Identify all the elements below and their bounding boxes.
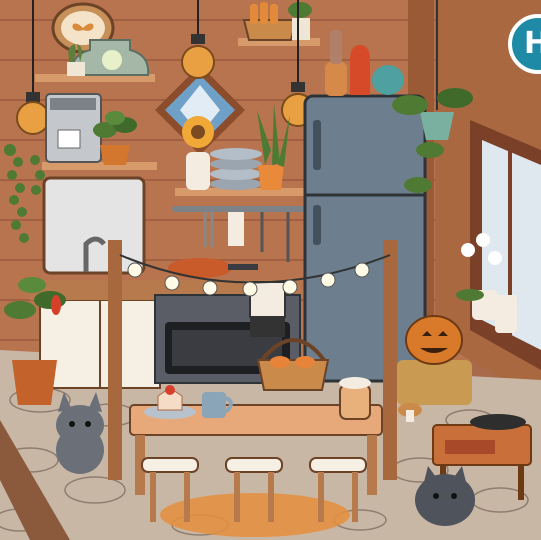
wooden-post-left: [108, 240, 122, 480]
espresso-machine[interactable]: [45, 93, 102, 163]
latte-glass[interactable]: [339, 377, 371, 420]
espresso-shelf: [42, 162, 157, 170]
toca-kitchen-scene: [0, 0, 541, 540]
pumpkin[interactable]: [405, 315, 463, 365]
hay-bale[interactable]: [397, 360, 472, 405]
candle[interactable]: [495, 295, 517, 333]
wooden-post-right: [383, 240, 397, 480]
